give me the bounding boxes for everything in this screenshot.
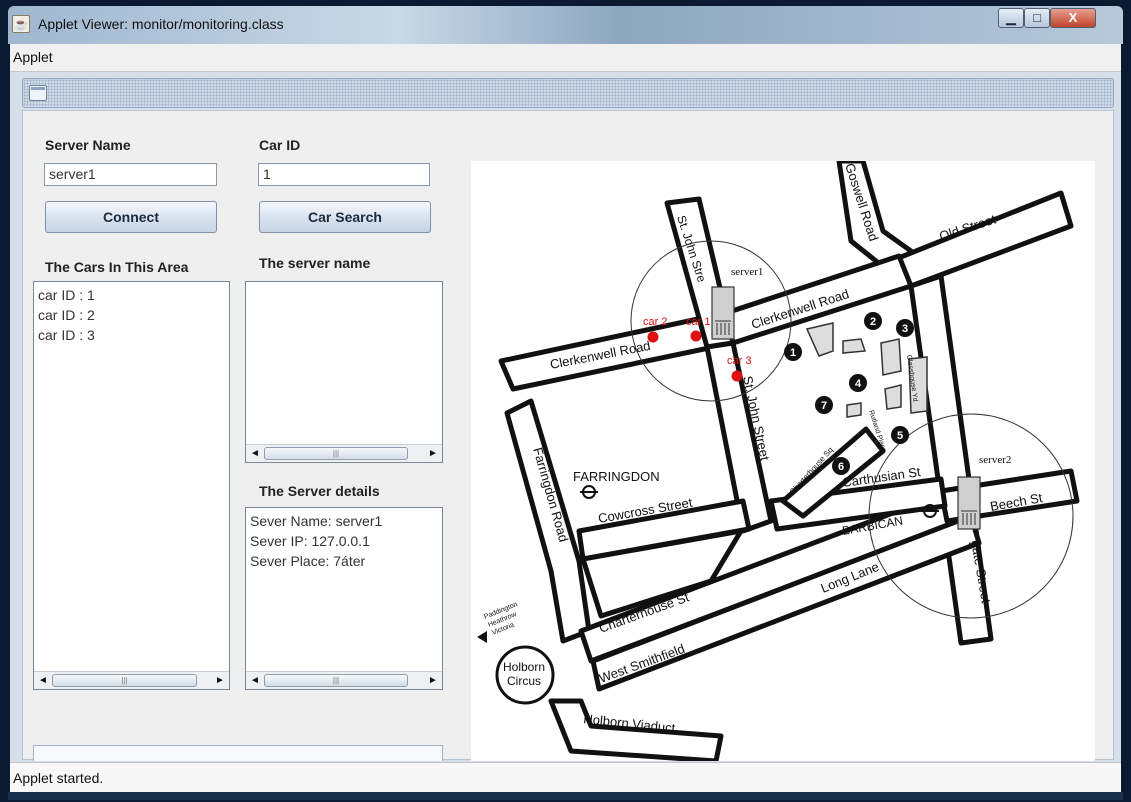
list-item[interactable]: car ID : 3 bbox=[34, 325, 229, 345]
road-farringdon bbox=[504, 398, 592, 644]
status-text: Applet started. bbox=[13, 770, 104, 786]
scroll-left-icon[interactable]: ◄ bbox=[247, 445, 263, 462]
frame-icon bbox=[29, 85, 47, 101]
scroll-right-icon[interactable]: ► bbox=[212, 672, 228, 689]
map-panel[interactable]: Goswell Road Old Street St. John Stre Cl… bbox=[471, 158, 1095, 764]
building bbox=[846, 402, 862, 418]
server-name-field[interactable]: server1 bbox=[44, 163, 217, 186]
java-cup-icon: ☕ bbox=[12, 15, 30, 33]
server2-label: server2 bbox=[979, 454, 1011, 466]
server-name-label: Server Name bbox=[45, 137, 131, 153]
server-details-scrollbar[interactable]: ◄ ||| ► bbox=[246, 671, 442, 689]
scroll-right-icon[interactable]: ► bbox=[425, 445, 441, 462]
car-1-marker[interactable] bbox=[690, 330, 702, 342]
marker-5-label: 5 bbox=[897, 430, 903, 442]
connect-button[interactable]: Connect bbox=[45, 201, 217, 233]
list-item[interactable]: car ID : 1 bbox=[34, 285, 229, 305]
window-bottom-edge bbox=[8, 792, 1123, 800]
direction-arrow-icon bbox=[477, 631, 487, 643]
car-search-button[interactable]: Car Search bbox=[259, 201, 431, 233]
server-detail-line: Sever Place: 7áter bbox=[250, 553, 366, 569]
label-farringdon-station: FARRINGDON bbox=[573, 469, 660, 484]
scroll-left-icon[interactable]: ◄ bbox=[35, 672, 51, 689]
applet-viewer-window: ☕ Applet Viewer: monitor/monitoring.clas… bbox=[0, 0, 1131, 802]
car-2-label: car 2 bbox=[643, 316, 667, 328]
car-id-label: Car ID bbox=[259, 137, 301, 153]
server2-icon[interactable] bbox=[957, 476, 981, 530]
cars-list[interactable]: car ID : 1 car ID : 2 car ID : 3 ◄ ||| ► bbox=[33, 281, 230, 690]
marker-4-label: 4 bbox=[855, 378, 862, 390]
cars-heading: The Cars In This Area bbox=[45, 259, 189, 275]
status-bar: Applet started. bbox=[10, 762, 1121, 792]
marker-6-label: 6 bbox=[838, 461, 844, 473]
title-bar[interactable]: ☕ Applet Viewer: monitor/monitoring.clas… bbox=[8, 6, 1123, 44]
applet-content: Server Name server1 Car ID 1 Connect Car… bbox=[22, 110, 1114, 764]
building bbox=[880, 338, 902, 376]
scroll-right-icon[interactable]: ► bbox=[425, 672, 441, 689]
road-old-street bbox=[888, 190, 1074, 289]
server-name-list-scrollbar[interactable]: ◄ ||| ► bbox=[246, 444, 442, 462]
marker-1-label: 1 bbox=[790, 347, 796, 359]
building bbox=[884, 384, 902, 410]
building bbox=[842, 338, 867, 354]
applet-area: Server Name server1 Car ID 1 Connect Car… bbox=[10, 72, 1121, 764]
server1-label: server1 bbox=[731, 266, 763, 278]
scroll-left-icon[interactable]: ◄ bbox=[247, 672, 263, 689]
label-circus: Circus bbox=[507, 674, 541, 688]
minimize-button[interactable]: ▁ bbox=[998, 8, 1024, 28]
server1-icon[interactable] bbox=[711, 286, 735, 340]
server-details-heading: The Server details bbox=[259, 483, 380, 499]
window-title: Applet Viewer: monitor/monitoring.class bbox=[38, 16, 284, 32]
menu-applet[interactable]: Applet bbox=[13, 49, 53, 65]
maximize-button[interactable]: □ bbox=[1024, 8, 1050, 28]
menu-bar: Applet bbox=[10, 44, 1121, 72]
server-name-list[interactable]: ◄ ||| ► bbox=[245, 281, 443, 463]
server-detail-line: Sever IP: 127.0.0.1 bbox=[250, 533, 370, 549]
street-map[interactable]: Goswell Road Old Street St. John Stre Cl… bbox=[471, 158, 1095, 764]
list-item[interactable]: car ID : 2 bbox=[34, 305, 229, 325]
cars-list-scrollbar[interactable]: ◄ ||| ► bbox=[34, 671, 229, 689]
building bbox=[805, 322, 834, 357]
car-3-label: car 3 bbox=[727, 355, 751, 367]
server-details-area[interactable]: Sever Name: server1 Sever IP: 127.0.0.1 … bbox=[245, 507, 443, 690]
marker-2-label: 2 bbox=[870, 316, 876, 328]
marker-7-label: 7 bbox=[821, 400, 827, 412]
car-1-label: car 1 bbox=[686, 316, 710, 328]
scroll-thumb[interactable]: ||| bbox=[52, 674, 197, 687]
label-holborn: Holborn bbox=[503, 660, 545, 674]
close-button[interactable]: X bbox=[1050, 8, 1096, 28]
scroll-thumb[interactable]: ||| bbox=[264, 674, 408, 687]
internal-frame-title-bar[interactable] bbox=[22, 78, 1114, 108]
server-name-heading: The server name bbox=[259, 255, 371, 271]
marker-3-label: 3 bbox=[902, 323, 908, 335]
scroll-thumb[interactable]: ||| bbox=[264, 447, 408, 460]
car-id-field[interactable]: 1 bbox=[258, 163, 430, 186]
server-detail-line: Sever Name: server1 bbox=[250, 513, 383, 529]
bottom-input-field[interactable] bbox=[33, 745, 443, 761]
